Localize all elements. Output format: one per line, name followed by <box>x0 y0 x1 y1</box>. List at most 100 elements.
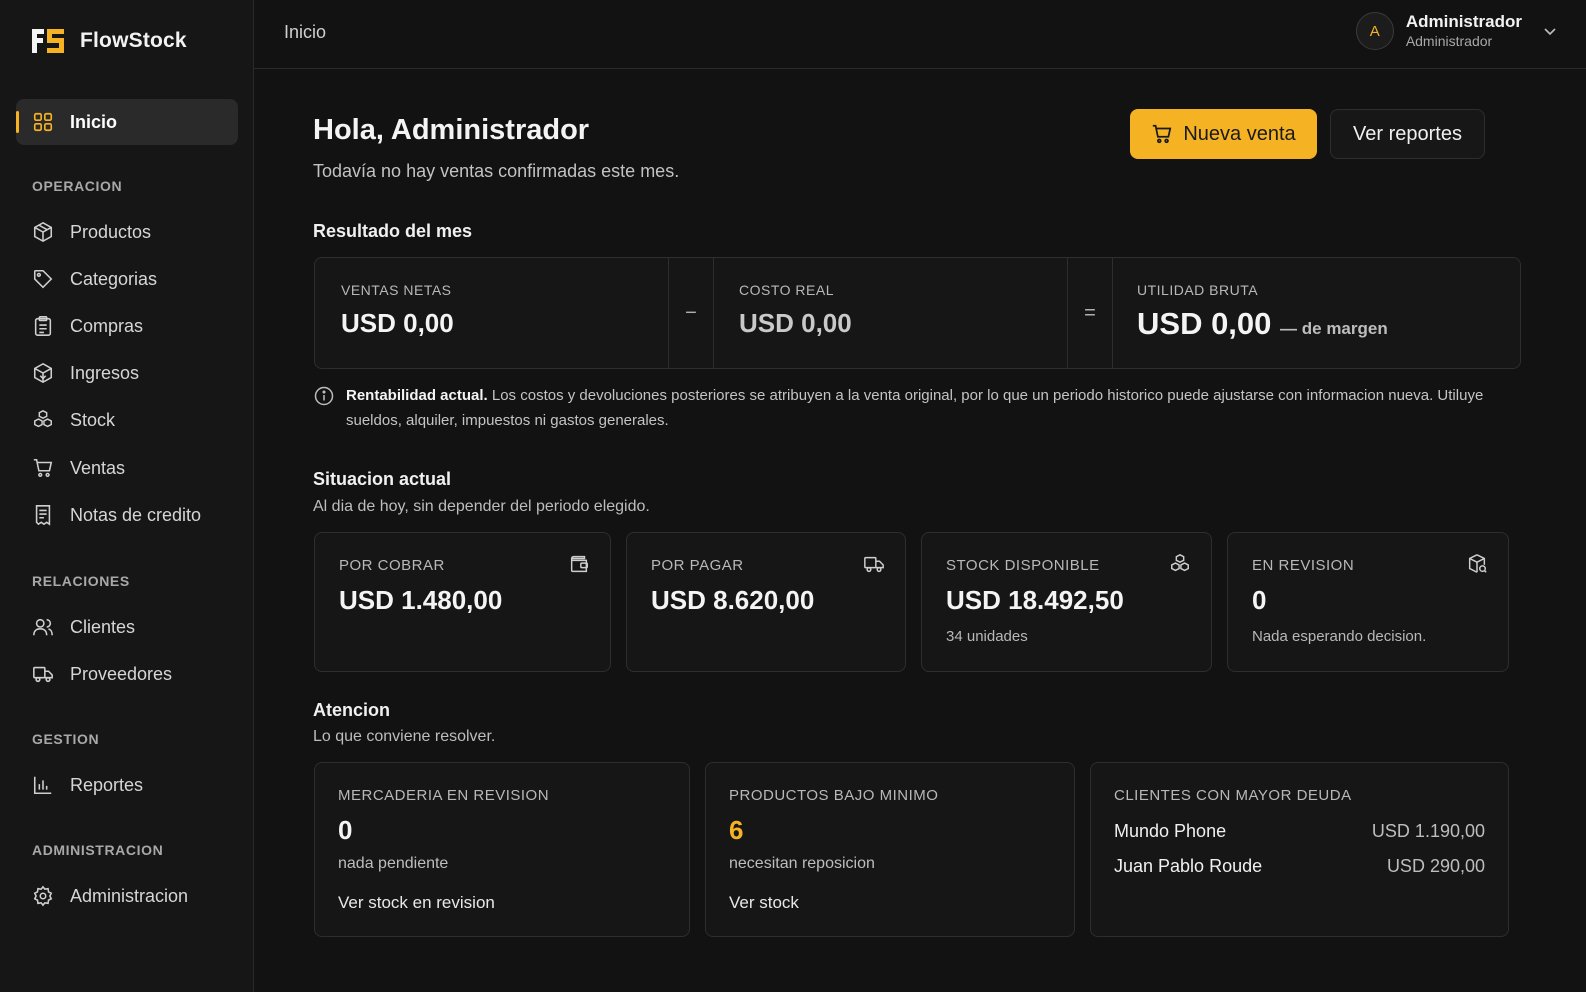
attention-note: necesitan reposicion <box>729 855 875 872</box>
brand[interactable]: FlowStock <box>30 26 187 56</box>
monthly-result-card: VENTAS NETAS USD 0,00 − COSTO REAL USD 0… <box>314 257 1521 369</box>
sidebar-item-compras[interactable]: Compras <box>16 303 238 349</box>
clipboard-icon <box>34 316 52 336</box>
sidebar-item-label: Categorias <box>70 268 158 289</box>
page-subtitle: Todavía no hay ventas confirmadas este m… <box>313 161 680 181</box>
user-menu[interactable]: A Administrador Administrador <box>1355 11 1558 51</box>
new-sale-button[interactable]: Nueva venta <box>1130 109 1317 159</box>
sidebar-item-reportes[interactable]: Reportes <box>16 762 238 808</box>
view-stock-in-review-link[interactable]: Ver stock en revision <box>338 893 495 913</box>
attention-card-review: MERCADERIA EN REVISION 0 nada pendiente … <box>314 762 690 937</box>
topbar: Inicio A Administrador Administrador <box>254 0 1586 69</box>
section-subtitle-attention: Lo que conviene resolver. <box>313 728 496 745</box>
sidebar-item-label: Proveedores <box>70 663 173 684</box>
stat-label: POR PAGAR <box>651 557 744 574</box>
sidebar-item-stock[interactable]: Stock <box>16 397 238 443</box>
tag-icon <box>33 269 53 289</box>
real-cost-cell: COSTO REAL USD 0,00 <box>714 258 1067 368</box>
real-cost-value: USD 0,00 <box>739 308 852 338</box>
sidebar-item-notas-de-credito[interactable]: Notas de credito <box>16 492 238 538</box>
info-icon <box>314 386 334 406</box>
real-cost-label: COSTO REAL <box>739 282 834 298</box>
sidebar-item-ventas[interactable]: Ventas <box>16 445 238 491</box>
sidebar-item-clientes[interactable]: Clientes <box>16 604 238 650</box>
minus-operator: − <box>668 258 714 368</box>
flowstock-logo-icon <box>32 29 64 53</box>
truck-icon <box>33 666 53 683</box>
attention-card-debtors: CLIENTES CON MAYOR DEUDA Mundo Phone USD… <box>1090 762 1509 937</box>
attention-label: CLIENTES CON MAYOR DEUDA <box>1114 787 1352 804</box>
section-title-current: Situacion actual <box>313 469 452 489</box>
grid-icon <box>33 112 53 132</box>
sidebar-item-label: Productos <box>70 221 152 242</box>
net-sales-cell: VENTAS NETAS USD 0,00 <box>315 258 669 368</box>
stat-card-payable[interactable]: POR PAGAR USD 8.620,00 <box>626 532 906 672</box>
attention-note: nada pendiente <box>338 855 449 872</box>
gross-profit-cell: UTILIDAD BRUTA USD 0,00 — de margen <box>1113 258 1521 368</box>
debtor-row[interactable]: Juan Pablo Roude USD 290,00 <box>1114 856 1485 877</box>
breadcrumb: Inicio <box>284 22 327 42</box>
sidebar-item-label: Stock <box>70 409 116 430</box>
stat-card-in-review[interactable]: EN REVISION 0 Nada esperando decision. <box>1227 532 1509 672</box>
sidebar-item-label: Inicio <box>70 111 118 132</box>
bar-chart-icon <box>33 776 52 795</box>
sidebar-item-label: Clientes <box>70 616 136 637</box>
sidebar-item-administracion[interactable]: Administracion <box>16 873 238 919</box>
page-title: Hola, Administrador <box>313 114 590 146</box>
profitability-note-title: Rentabilidad actual. <box>346 387 488 404</box>
users-icon <box>33 618 53 636</box>
box-in-icon <box>33 362 53 384</box>
stat-value: 0 <box>1252 585 1267 615</box>
section-title-result: Resultado del mes <box>313 221 473 241</box>
stat-note: 34 unidades <box>946 628 1028 645</box>
stat-note: Nada esperando decision. <box>1252 628 1427 645</box>
nav-section-operacion: OPERACION <box>32 178 123 194</box>
gross-profit-label: UTILIDAD BRUTA <box>1137 282 1259 298</box>
margin-text: — de margen <box>1280 319 1388 338</box>
section-title-attention: Atencion <box>313 700 391 720</box>
stat-card-receivable[interactable]: POR COBRAR USD 1.480,00 <box>314 532 611 672</box>
truck-icon <box>864 556 884 573</box>
attention-card-below-min: PRODUCTOS BAJO MINIMO 6 necesitan reposi… <box>705 762 1075 937</box>
debtor-name: Juan Pablo Roude <box>1114 856 1263 876</box>
chevron-down-icon[interactable] <box>1542 23 1558 39</box>
main-content: Hola, Administrador Todavía no hay venta… <box>254 69 1586 992</box>
debtor-amount: USD 290,00 <box>1386 856 1485 876</box>
profitability-note: Rentabilidad actual. Los costos y devolu… <box>314 383 1524 433</box>
attention-label: PRODUCTOS BAJO MINIMO <box>729 787 939 804</box>
profitability-note-text: Los costos y devoluciones posteriores se… <box>346 387 1484 429</box>
stat-value: USD 1.480,00 <box>339 585 503 615</box>
sidebar-item-productos[interactable]: Productos <box>16 209 238 255</box>
sidebar-item-ingresos[interactable]: Ingresos <box>16 350 238 396</box>
attention-label: MERCADERIA EN REVISION <box>338 787 550 804</box>
sidebar-item-label: Reportes <box>70 774 144 795</box>
stat-card-stock[interactable]: STOCK DISPONIBLE USD 18.492,50 34 unidad… <box>921 532 1212 672</box>
sidebar-item-label: Ingresos <box>70 362 140 383</box>
stat-label: EN REVISION <box>1252 557 1355 574</box>
sidebar-item-label: Ventas <box>70 457 126 478</box>
stat-value: USD 8.620,00 <box>651 585 815 615</box>
view-stock-link[interactable]: Ver stock <box>729 893 799 913</box>
debtor-name: Mundo Phone <box>1114 821 1227 841</box>
gross-profit-value: USD 0,00 <box>1137 306 1272 341</box>
stat-label: STOCK DISPONIBLE <box>946 557 1100 574</box>
debtor-row[interactable]: Mundo Phone USD 1.190,00 <box>1114 821 1485 842</box>
sidebar-item-label: Administracion <box>70 885 189 906</box>
sidebar-item-label: Compras <box>70 315 144 336</box>
view-reports-button[interactable]: Ver reportes <box>1330 109 1485 159</box>
brand-name: FlowStock <box>80 29 187 52</box>
stat-label: POR COBRAR <box>339 557 445 574</box>
nav-section-administracion: ADMINISTRACION <box>32 842 164 858</box>
nav-section-relaciones: RELACIONES <box>32 573 130 589</box>
gear-icon <box>33 885 53 907</box>
attention-value: 0 <box>338 815 353 845</box>
cart-icon <box>33 458 53 478</box>
sidebar: FlowStock Inicio OPERACION Productos Cat… <box>0 0 254 992</box>
sidebar-item-proveedores[interactable]: Proveedores <box>16 651 238 697</box>
sidebar-item-categorias[interactable]: Categorias <box>16 256 238 302</box>
boxes-icon <box>1171 554 1189 572</box>
sidebar-item-inicio[interactable]: Inicio <box>16 99 238 145</box>
section-subtitle-current: Al dia de hoy, sin depender del periodo … <box>313 498 650 515</box>
box-search-icon <box>1468 554 1487 573</box>
gross-profit-row: USD 0,00 — de margen <box>1137 306 1388 342</box>
